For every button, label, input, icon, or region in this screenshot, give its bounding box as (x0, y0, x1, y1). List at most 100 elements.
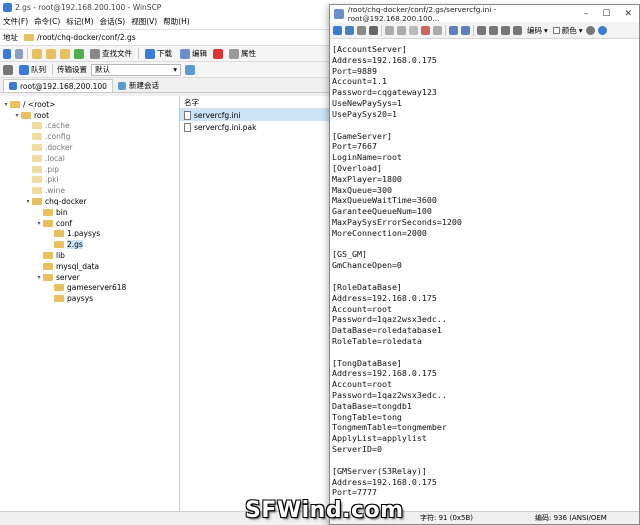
undo-icon[interactable] (449, 25, 458, 35)
sync-icon[interactable] (185, 64, 195, 75)
properties-button[interactable]: 属性 (227, 48, 258, 59)
folder-icon (54, 284, 64, 292)
delete-icon[interactable] (213, 48, 223, 59)
address-label: 地址 (3, 33, 18, 42)
editor-text-area[interactable]: [AccountServer] Address=192.168.0.175 Port… (330, 41, 639, 511)
status-encoding: 编码: 936 (ANSI/OEM (535, 514, 607, 522)
transfer-settings-select[interactable]: 默认 ▾ (91, 63, 181, 76)
tree-item-label: lib (56, 251, 65, 261)
file-name: servercfg.ini.pak (194, 122, 257, 132)
menu-command[interactable]: 命令(C) (34, 16, 60, 27)
print-icon[interactable] (369, 25, 378, 35)
refresh-icon[interactable] (74, 48, 84, 59)
chevron-down-icon[interactable]: ▾ (35, 220, 43, 227)
chevron-down-icon[interactable]: ▾ (2, 101, 10, 108)
encoding-button[interactable]: 编码 ▾ (527, 25, 548, 36)
tree-item[interactable]: .pki (0, 175, 179, 186)
tab-session[interactable]: root@192.168.200.100 (3, 79, 113, 92)
color-checkbox[interactable] (552, 26, 560, 34)
tree-item[interactable]: ▾ root (0, 110, 179, 121)
reload-icon[interactable] (357, 25, 366, 35)
tree-item-label: 1.paysys (67, 229, 101, 239)
root-folder-icon[interactable] (46, 48, 56, 59)
tree-item[interactable]: .config (0, 131, 179, 142)
editor-line: [RoleDataBase] (332, 281, 402, 292)
menu-help[interactable]: 帮助(H) (163, 16, 190, 27)
folder-icon (32, 165, 42, 173)
home-icon[interactable] (60, 48, 70, 59)
edit-button[interactable]: 编辑 (178, 48, 209, 59)
remote-panel: ▾ / <root> ▾ root .cache .config .docker .local… (0, 96, 330, 511)
menu-mark[interactable]: 标记(M) (66, 16, 93, 27)
color-button[interactable]: 颜色 ▾ (552, 25, 583, 36)
column-header-name[interactable]: 名字 (180, 96, 330, 109)
gear-icon[interactable] (585, 25, 595, 35)
tree-item[interactable]: 1.paysys (0, 229, 179, 240)
directory-tree: ▾ / <root> ▾ root .cache .config .docker .local… (0, 96, 180, 511)
download-icon (145, 48, 155, 59)
search-icon (90, 48, 100, 59)
goto-line-icon[interactable] (513, 25, 522, 35)
tree-item[interactable]: bin (0, 207, 179, 218)
download-button[interactable]: 下载 (143, 48, 174, 59)
chevron-down-icon[interactable]: ▾ (13, 112, 21, 119)
chevron-down-icon[interactable]: ▾ (35, 274, 43, 281)
tree-item[interactable]: ▾ conf (0, 218, 179, 229)
tree-item[interactable]: mysql_data (0, 261, 179, 272)
editor-line: MaxPaySysErrorSeconds=1200 (332, 217, 462, 227)
tree-item[interactable]: .local (0, 153, 179, 164)
upload-icon[interactable] (345, 25, 354, 35)
chevron-down-icon[interactable]: ▾ (24, 198, 32, 205)
tree-item[interactable]: .cache (0, 121, 179, 132)
tree-item[interactable]: .pip (0, 164, 179, 175)
editor-line: UseNewPaySys=1 (332, 98, 402, 109)
menu-session[interactable]: 会话(S) (100, 16, 126, 27)
tree-item[interactable]: ▾ server (0, 272, 179, 283)
save-icon[interactable] (333, 25, 342, 35)
redo-icon[interactable] (461, 25, 470, 35)
file-row[interactable]: servercfg.ini (180, 109, 330, 121)
replace-icon[interactable] (489, 25, 498, 35)
find-files-button[interactable]: 查找文件 (88, 48, 134, 59)
folder-icon (43, 208, 53, 216)
editor-line: [GMServer(S3Relay)] (332, 465, 427, 476)
tab-new-session[interactable]: 新建会话 (113, 79, 164, 92)
minimize-icon[interactable]: – (584, 9, 589, 19)
folder-icon (32, 144, 42, 152)
close-icon[interactable]: ✕ (624, 9, 632, 19)
menu-view[interactable]: 视图(V) (131, 16, 157, 27)
queue-button[interactable]: 队列 (17, 64, 48, 75)
tree-item[interactable]: .docker (0, 142, 179, 153)
find-next-icon[interactable] (501, 25, 510, 35)
folder-icon (10, 100, 20, 108)
menu-file[interactable]: 文件(F) (3, 16, 28, 27)
select-all-icon[interactable] (433, 25, 442, 35)
editor-line: Address=192.168.0.175 (332, 292, 437, 303)
folder-icon (43, 219, 53, 227)
file-row[interactable]: servercfg.ini.pak (180, 121, 330, 133)
editor-line: Password=1qaz2wsx3edc.. (332, 314, 447, 325)
tree-item[interactable]: paysys (0, 293, 179, 304)
tree-item[interactable]: ▾ chq-docker (0, 196, 179, 207)
paste-icon[interactable] (409, 25, 418, 35)
editor-window: /root/chq-docker/conf/2.gs/servercfg.ini… (329, 4, 640, 525)
address-path[interactable]: /root/chq-docker/conf/2.gs (37, 33, 136, 42)
copy-icon[interactable] (397, 25, 406, 35)
gear-icon[interactable] (3, 64, 13, 75)
forward-icon[interactable] (15, 48, 23, 59)
folder-icon (54, 230, 64, 238)
parent-folder-icon[interactable] (32, 48, 42, 59)
tree-item[interactable]: lib (0, 250, 179, 261)
find-icon[interactable] (477, 25, 486, 35)
tree-item[interactable]: 2.gs (0, 239, 179, 250)
back-icon[interactable] (3, 48, 11, 59)
delete-icon[interactable] (421, 25, 430, 35)
tree-item[interactable]: gameserver618 (0, 283, 179, 294)
tree-item[interactable]: ▾ / <root> (0, 99, 179, 110)
tree-item[interactable]: .wine (0, 185, 179, 196)
editor-line: Account=root (332, 303, 392, 314)
help-icon[interactable] (597, 25, 607, 35)
cut-icon[interactable] (385, 25, 394, 35)
maximize-icon[interactable]: ☐ (602, 9, 610, 19)
